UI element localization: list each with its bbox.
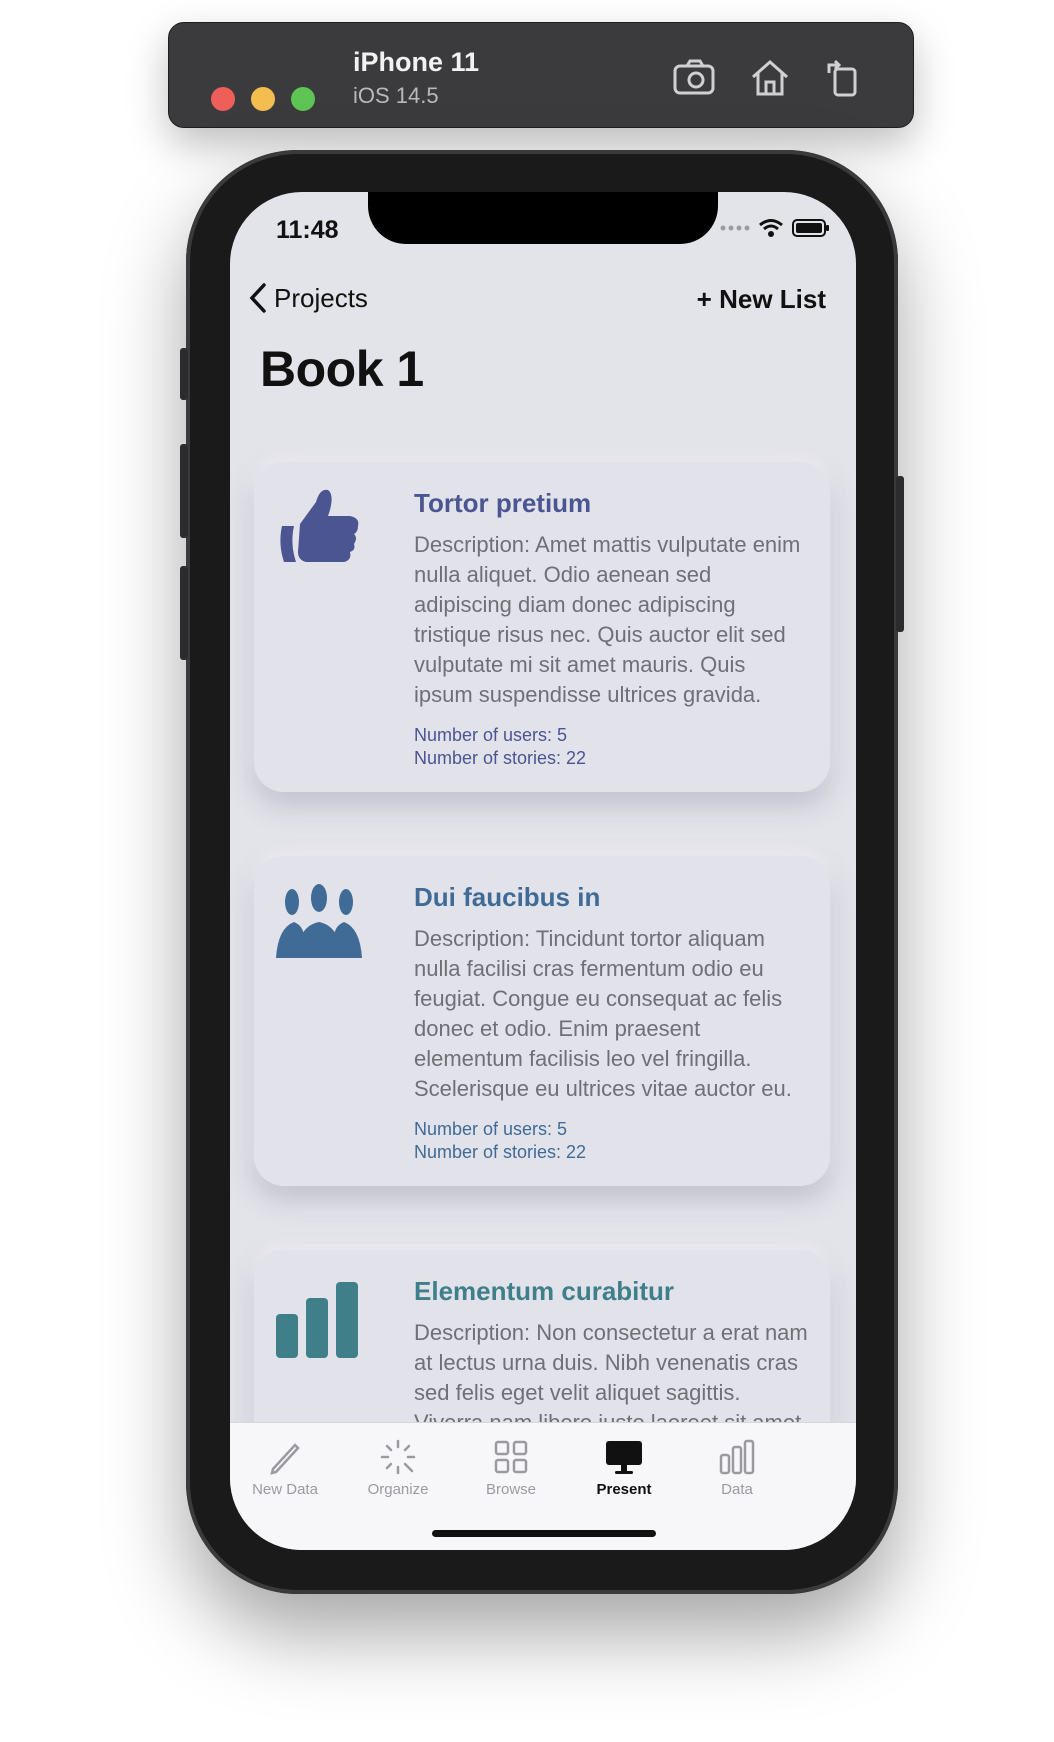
tab-label: Browse <box>485 1481 537 1498</box>
chevron-left-icon <box>249 283 266 313</box>
status-icons <box>720 218 830 238</box>
users-count: Number of users: 5 <box>414 1119 568 1139</box>
back-button[interactable]: Projects <box>248 282 368 314</box>
back-button-label: Projects <box>274 282 368 313</box>
list-item[interactable]: Dui faucibus in Description: Tincidunt t… <box>254 856 830 1186</box>
tab-data[interactable]: Data <box>682 1437 792 1498</box>
tab-organize[interactable]: Organize <box>343 1437 453 1498</box>
tab-label: New Data <box>252 1481 318 1498</box>
volume-down-button <box>180 566 188 660</box>
card-description: Description: Tincidunt tortor aliquam nu… <box>414 926 792 1101</box>
monitor-icon <box>606 1441 642 1474</box>
wifi-icon <box>759 219 783 237</box>
magic-wand-icon <box>380 1439 416 1475</box>
home-icon[interactable] <box>747 55 793 101</box>
card-title: Tortor pretium <box>414 488 592 518</box>
bar-chart-icon <box>274 1270 364 1360</box>
tab-browse[interactable]: Browse <box>456 1437 566 1498</box>
list-item[interactable]: Tortor pretium Description: Amet mattis … <box>254 462 830 792</box>
mute-switch <box>180 348 188 400</box>
tab-label: Organize <box>367 1481 429 1498</box>
zoom-window-button[interactable] <box>291 87 315 111</box>
card-title: Elementum curabitur <box>414 1276 675 1306</box>
simulator-os-version: iOS 14.5 <box>353 83 439 108</box>
thumbs-up-icon <box>274 482 364 572</box>
close-window-button[interactable] <box>211 87 235 111</box>
people-group-icon <box>274 876 364 966</box>
new-list-button[interactable]: + New List <box>697 284 826 315</box>
battery-icon <box>792 219 829 237</box>
status-time: 11:48 <box>276 216 339 244</box>
page-title: Book 1 <box>260 341 424 397</box>
card-meta: Number of users: 5 Number of stories: 22 <box>414 1118 586 1164</box>
simulator-device-name: iPhone 11 <box>353 47 480 77</box>
app-screen: 11:48 Projects + New List Book 1 Tortor … <box>230 192 856 1550</box>
notch <box>368 192 718 244</box>
card-meta: Number of users: 5 Number of stories: 22 <box>414 724 586 770</box>
simulator-title-bar: iPhone 11 iOS 14.5 <box>168 22 914 128</box>
bar-chart-outline-icon <box>719 1439 755 1475</box>
tab-label: Data <box>721 1481 753 1498</box>
card-title: Dui faucibus in <box>414 882 601 912</box>
stories-count: Number of stories: 22 <box>414 748 587 768</box>
pencil-icon <box>270 1443 300 1475</box>
card-description: Description: Amet mattis vulputate enim … <box>414 532 801 707</box>
tab-present[interactable]: Present <box>569 1437 679 1498</box>
cellular-signal-icon <box>720 225 750 231</box>
tab-label: Present <box>596 1481 652 1498</box>
users-count: Number of users: 5 <box>414 725 568 745</box>
volume-up-button <box>180 444 188 538</box>
rotate-icon[interactable] <box>819 55 865 101</box>
tab-new-data[interactable]: New Data <box>230 1437 340 1498</box>
screenshot-icon[interactable] <box>671 55 717 101</box>
minimize-window-button[interactable] <box>251 87 275 111</box>
project-list: Tortor pretium Description: Amet mattis … <box>230 432 856 1550</box>
side-button <box>896 476 904 632</box>
grid-icon <box>494 1440 528 1474</box>
stories-count: Number of stories: 22 <box>414 1142 587 1162</box>
home-indicator[interactable] <box>432 1530 656 1537</box>
